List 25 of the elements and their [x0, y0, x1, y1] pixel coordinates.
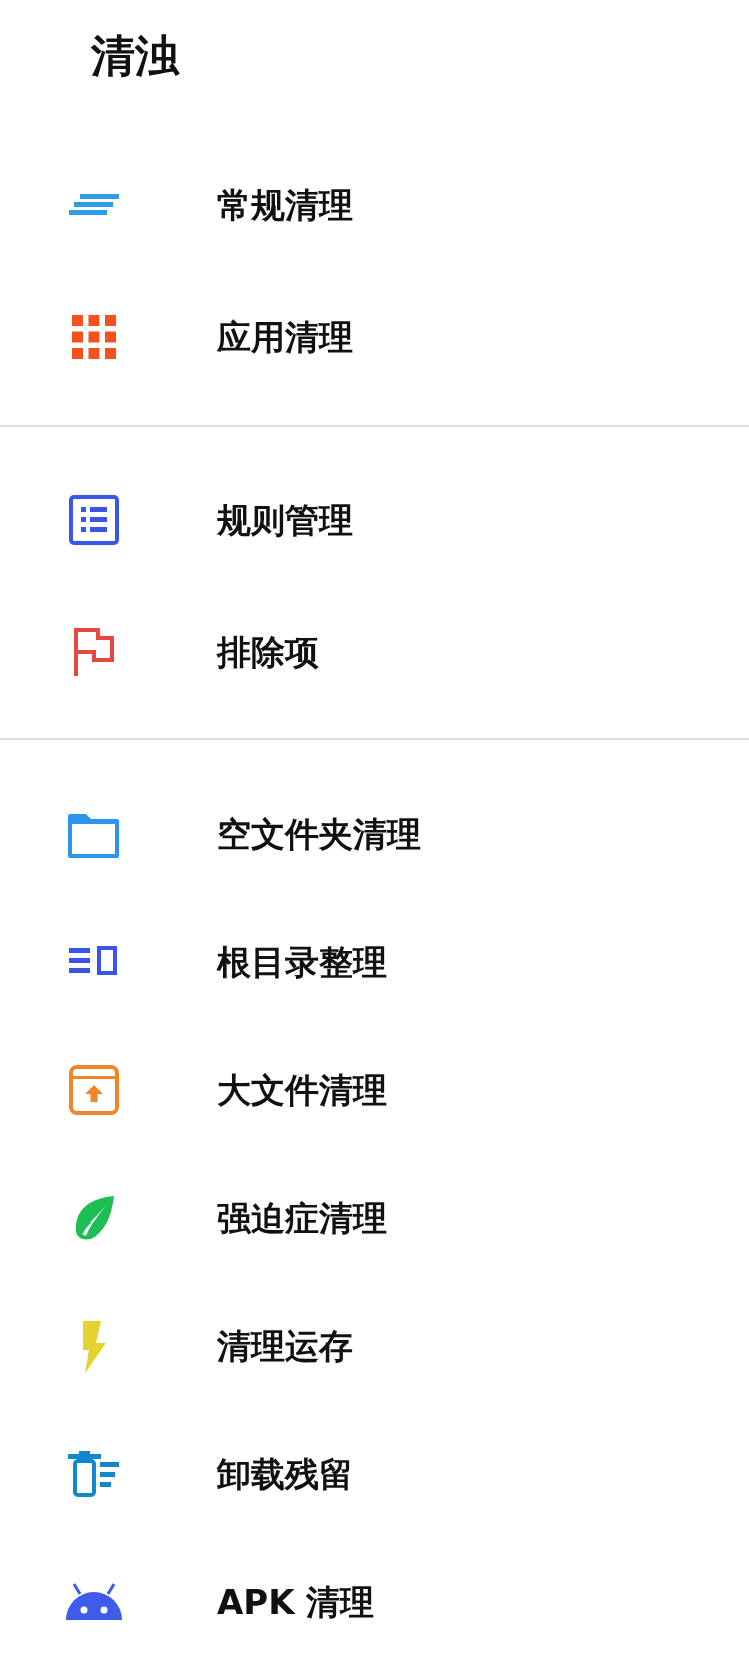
- menu-item[interactable]: 清理运存: [0, 1282, 749, 1410]
- list-icon: [66, 492, 122, 548]
- menu-label: 常规清理: [217, 184, 353, 226]
- menu-label: 大文件清理: [217, 1069, 387, 1111]
- menu-label: 规则管理: [217, 499, 353, 541]
- menu-item[interactable]: 空文件夹清理: [0, 770, 749, 898]
- menu-label: 应用清理: [217, 316, 353, 358]
- menu-label: 清理运存: [217, 1325, 353, 1367]
- page-title: 清浊: [90, 29, 179, 78]
- menu-item[interactable]: 常规清理: [0, 139, 749, 271]
- menu-item[interactable]: 排除项: [0, 586, 749, 718]
- menu-label: 卸载残留: [217, 1453, 353, 1495]
- menu-label: 排除项: [217, 631, 319, 673]
- menu-label: 根目录整理: [217, 941, 387, 983]
- menu-item[interactable]: 卸载残留: [0, 1410, 749, 1538]
- menu-item[interactable]: 规则管理: [0, 454, 749, 586]
- menu-item[interactable]: 根目录整理: [0, 898, 749, 1026]
- menu-label: APK 清理: [217, 1581, 375, 1623]
- menu-item[interactable]: 大文件清理: [0, 1026, 749, 1154]
- menu-item[interactable]: 应用清理: [0, 271, 749, 403]
- menu-item[interactable]: APK 清理: [0, 1538, 749, 1666]
- menu-item[interactable]: 强迫症清理: [0, 1154, 749, 1282]
- upload-box-icon: [66, 1062, 122, 1118]
- menu-label: 强迫症清理: [217, 1197, 387, 1239]
- menu-label: 空文件夹清理: [217, 813, 421, 855]
